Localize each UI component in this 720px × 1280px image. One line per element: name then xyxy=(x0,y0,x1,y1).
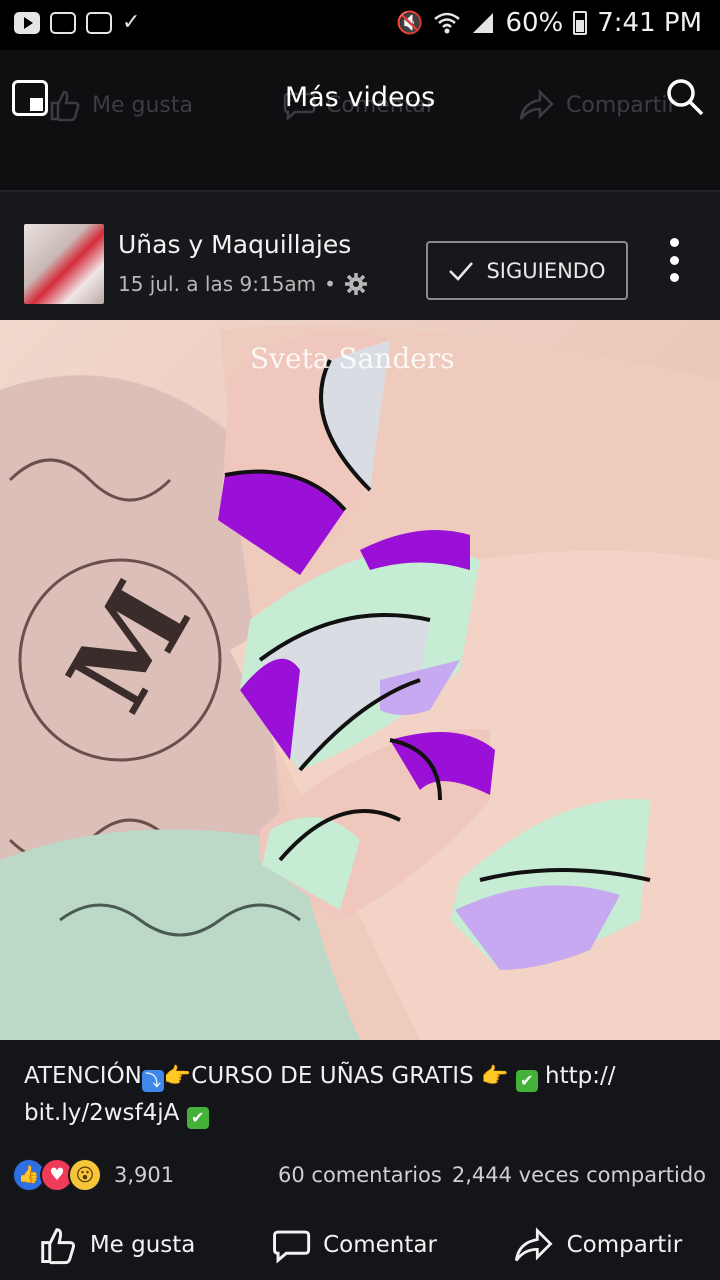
caption-link-part2[interactable]: bit.ly/2wsf4jA xyxy=(24,1100,187,1126)
post-meta: 15 jul. a las 9:15am • xyxy=(118,272,368,296)
check-mark-emoji: ✔ xyxy=(515,1070,538,1092)
more-options-button[interactable] xyxy=(664,238,684,282)
pointing-hand-emoji: 👉 xyxy=(481,1064,509,1089)
clock: 7:41 PM xyxy=(597,8,702,38)
post-date[interactable]: 15 jul. a las 9:15am xyxy=(118,272,316,296)
youtube-icon xyxy=(14,11,40,34)
reaction-count: 3,901 xyxy=(114,1163,175,1187)
video-player[interactable]: M Sveta Sanders xyxy=(0,320,720,1040)
dot xyxy=(669,238,679,247)
page-avatar[interactable] xyxy=(24,224,104,304)
dot xyxy=(669,255,679,265)
page-title: Más videos xyxy=(284,82,436,113)
post-stats: 60 comentarios 2,444 veces compartido xyxy=(278,1163,706,1187)
search-button[interactable] xyxy=(664,76,706,122)
reactions-summary[interactable]: 👍 ♥ 😮 3,901 xyxy=(12,1158,174,1192)
check-mark-emoji: ✔ xyxy=(186,1107,209,1129)
comment-count[interactable]: 60 comentarios xyxy=(278,1163,442,1187)
caption-link-part1[interactable]: http:// xyxy=(538,1063,615,1089)
caption-text-1: ATENCIÓN xyxy=(24,1063,142,1089)
following-label: SIGUIENDO xyxy=(486,258,606,283)
down-arrow-emoji: ⤵ xyxy=(141,1070,164,1092)
comment-icon xyxy=(273,1230,311,1264)
search-icon xyxy=(667,79,704,116)
video-watermark: Sveta Sanders xyxy=(250,342,455,375)
mail-icon xyxy=(86,11,112,34)
dot xyxy=(669,273,679,282)
mute-icon: 🔇 xyxy=(396,10,424,36)
battery-percent: 60% xyxy=(505,8,564,38)
like-button[interactable]: Me gusta xyxy=(38,1225,196,1265)
voicemail-icon xyxy=(50,11,76,34)
wifi-icon xyxy=(434,12,461,34)
share-icon xyxy=(514,1227,553,1262)
post-header: Uñas y Maquillajes 15 jul. a las 9:15am … xyxy=(0,192,720,320)
share-button[interactable]: Compartir xyxy=(513,1226,683,1264)
meta-separator: • xyxy=(324,272,336,296)
caption-text-2: CURSO DE UÑAS GRATIS xyxy=(191,1063,481,1089)
like-label: Me gusta xyxy=(89,1232,196,1258)
action-bar: Me gusta Comentar Compartir xyxy=(0,1210,720,1280)
comment-button[interactable]: Comentar xyxy=(271,1225,437,1265)
signal-icon xyxy=(473,13,494,33)
share-count[interactable]: 2,444 veces compartido xyxy=(452,1163,706,1187)
thumbs-up-icon xyxy=(41,1228,75,1265)
check-icon xyxy=(449,261,474,281)
pointing-hand-emoji: 👉 xyxy=(163,1064,192,1089)
following-button[interactable]: SIGUIENDO xyxy=(426,241,628,300)
page-name[interactable]: Uñas y Maquillajes xyxy=(118,230,351,259)
comment-label: Comentar xyxy=(323,1232,437,1258)
battery-icon xyxy=(573,11,588,35)
status-bar: ✓ 🔇 60% 7:41 PM xyxy=(0,0,720,50)
video-top-bar: Me gusta Comentar Compartir Más videos xyxy=(0,50,720,190)
share-label: Compartir xyxy=(566,1232,683,1258)
post-caption: ATENCIÓN ⤵ 👉CURSO DE UÑAS GRATIS 👉 ✔ http:… xyxy=(24,1058,704,1131)
video-frame: M xyxy=(0,320,720,1040)
download-check-icon: ✓ xyxy=(122,10,141,35)
notification-icons: ✓ xyxy=(14,10,140,35)
wow-reaction-icon: 😮 xyxy=(68,1158,102,1192)
gear-icon xyxy=(344,273,367,295)
